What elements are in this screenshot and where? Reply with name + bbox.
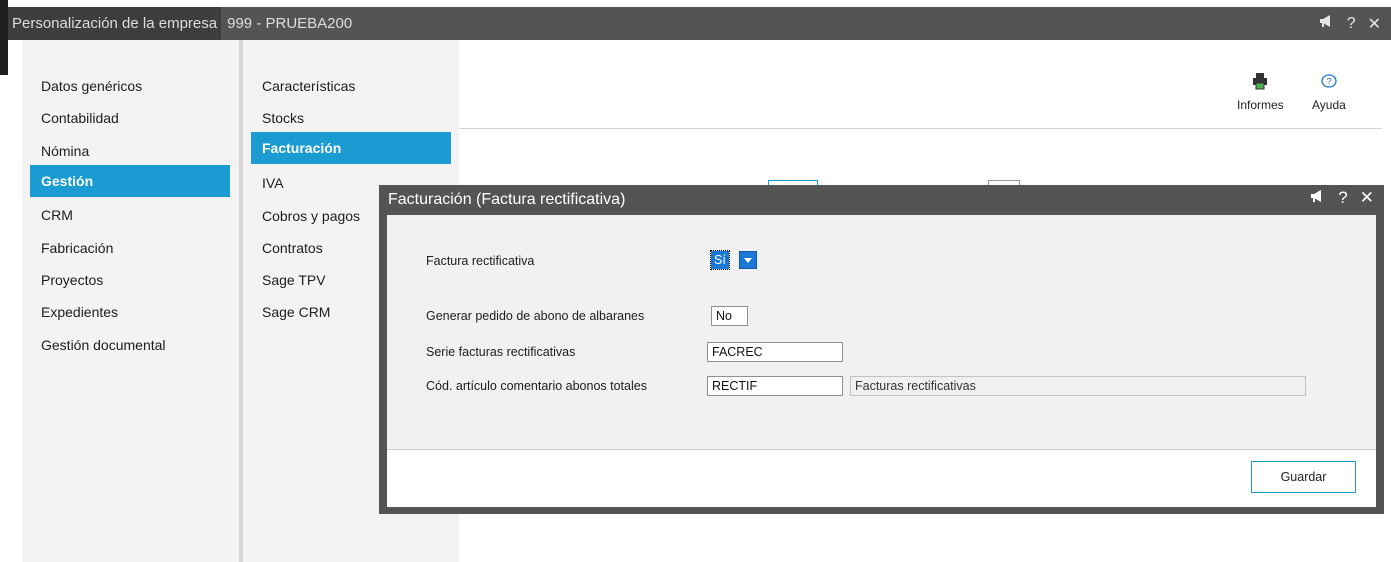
dialog-footer: Guardar	[387, 449, 1376, 507]
factura-rectificativa-label: Factura rectificativa	[426, 254, 535, 268]
dialog-header: Facturación (Factura rectificativa) ? ✕	[379, 185, 1384, 215]
subnav-item-stocks[interactable]: Stocks	[251, 102, 451, 134]
sidebar-item-contabilidad[interactable]: Contabilidad	[30, 102, 230, 134]
window-company-code: 999 - PRUEBA200	[227, 15, 353, 32]
help-circle-icon: ?	[1312, 72, 1346, 92]
window-title-company-area: Personalización de la empresa	[8, 7, 222, 40]
factura-rectificativa-value: Sí	[710, 250, 730, 270]
printer-icon	[1237, 72, 1284, 92]
generar-pedido-label: Generar pedido de abono de albaranes	[426, 309, 645, 323]
cod-articulo-field[interactable]: RECTIF	[707, 376, 843, 396]
reports-label: Informes	[1237, 98, 1284, 112]
sidebar-item-expedientes[interactable]: Expedientes	[30, 296, 230, 328]
subnav-item-facturacion[interactable]: Facturación	[251, 132, 451, 164]
help-icon[interactable]: ?	[1347, 15, 1356, 33]
help-button[interactable]: ? Ayuda	[1312, 72, 1346, 112]
window-title: Personalización de la empresa	[12, 15, 218, 32]
sidebar-item-crm[interactable]: CRM	[30, 199, 230, 231]
window-edge	[0, 0, 8, 75]
cod-articulo-label: Cód. artículo comentario abonos totales	[426, 379, 647, 393]
dialog-body: Factura rectificativa Sí Generar pedido …	[387, 215, 1376, 449]
close-icon[interactable]: ✕	[1360, 188, 1374, 208]
sidebar-item-proyectos[interactable]: Proyectos	[30, 264, 230, 296]
dialog-controls: ? ✕	[1310, 188, 1374, 208]
sidebar-item-datos-genericos[interactable]: Datos genéricos	[30, 70, 230, 102]
facturacion-dialog: Facturación (Factura rectificativa) ? ✕ …	[379, 185, 1384, 514]
toolbar-divider	[459, 128, 1382, 129]
help-icon[interactable]: ?	[1338, 188, 1347, 208]
sidebar-item-nomina[interactable]: Nómina	[30, 135, 230, 167]
factura-rectificativa-select[interactable]: Sí	[710, 250, 757, 270]
subnav-item-caracteristicas[interactable]: Características	[251, 70, 451, 102]
announcement-icon[interactable]	[1319, 14, 1335, 33]
window-titlebar: Personalización de la empresa 999 - PRUE…	[8, 7, 1391, 40]
sidebar-item-gestion-documental[interactable]: Gestión documental	[30, 329, 230, 361]
cod-articulo-description: Facturas rectificativas	[850, 376, 1306, 396]
chevron-down-icon[interactable]	[738, 251, 757, 269]
sidebar: Datos genéricos Contabilidad Nómina Gest…	[22, 40, 243, 562]
save-button[interactable]: Guardar	[1251, 461, 1356, 493]
sidebar-item-gestion[interactable]: Gestión	[30, 165, 230, 197]
dialog-title: Facturación (Factura rectificativa)	[388, 191, 626, 208]
serie-field[interactable]: FACREC	[707, 342, 843, 362]
announcement-icon[interactable]	[1310, 188, 1326, 208]
close-icon[interactable]: ✕	[1368, 14, 1381, 34]
window-controls: ? ✕	[1319, 7, 1381, 40]
reports-button[interactable]: Informes	[1237, 72, 1284, 112]
help-label: Ayuda	[1312, 98, 1346, 112]
svg-text:?: ?	[1326, 77, 1331, 87]
sidebar-item-fabricacion[interactable]: Fabricación	[30, 232, 230, 264]
generar-pedido-field[interactable]: No	[711, 306, 748, 326]
serie-label: Serie facturas rectificativas	[426, 345, 576, 359]
